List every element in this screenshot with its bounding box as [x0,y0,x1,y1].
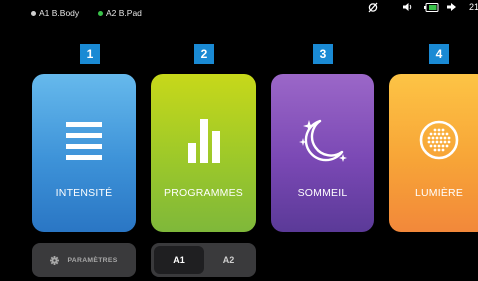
menu-number-1: 1 [80,44,100,64]
device-a1-indicator: A1 B.Body [31,7,79,19]
device-a2-dot [98,10,103,16]
segment-a2[interactable]: A2 [204,246,253,274]
light-card[interactable]: LUMIÈRE [389,74,478,232]
settings-label: PARAMÈTRES [67,256,118,264]
programs-card[interactable]: PROGRAMMES [151,74,256,232]
light-dots-icon [419,120,459,165]
bluetooth-off-icon [367,0,379,14]
intensity-bars-icon [66,122,102,165]
device-a1-label: A1 B.Body [39,8,80,18]
clock-time: 21 [468,2,478,12]
battery-icon [423,0,439,14]
status-bar: A1 B.Body A2 B.Pad 21 [0,0,478,22]
sleep-label: SOMMEIL [297,187,348,199]
device-a2-indicator: A2 B.Pad [98,7,142,19]
device-a1-dot [31,10,36,16]
menu-number-2: 2 [194,44,214,64]
programs-chart-icon [187,119,220,168]
intensity-label: INTENSITÉ [55,187,113,199]
device-a2-label: A2 B.Pad [106,8,142,18]
gear-icon [50,255,60,265]
settings-button[interactable]: PARAMÈTRES [32,243,136,277]
menu-number-3: 3 [313,44,333,64]
device-segmented-control: A1 A2 [151,243,256,277]
menu-number-4: 4 [429,44,449,64]
segment-a1[interactable]: A1 [154,246,204,274]
volume-icon [401,0,413,14]
intensity-card[interactable]: INTENSITÉ [32,74,136,232]
arrow-icon [446,0,456,14]
moon-stars-icon [297,116,349,173]
sleep-card[interactable]: SOMMEIL [271,74,374,232]
programs-label: PROGRAMMES [163,187,243,199]
light-label: LUMIÈRE [414,187,464,199]
